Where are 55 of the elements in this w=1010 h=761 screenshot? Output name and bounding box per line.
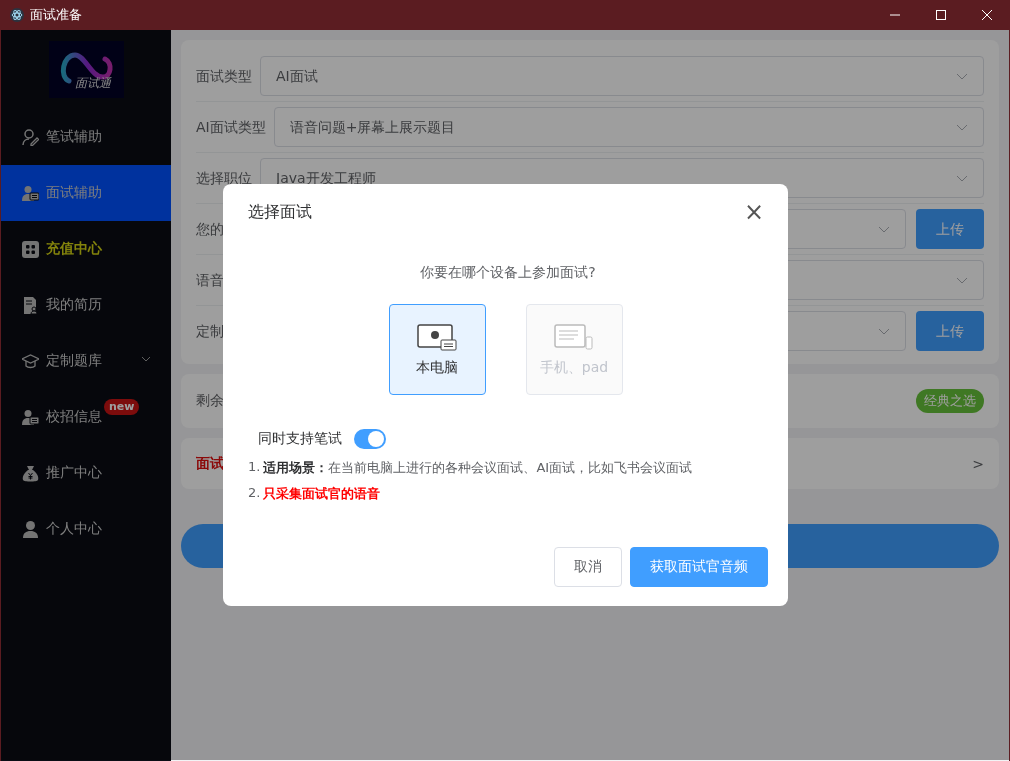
field-label: AI面试类型 [196,120,266,134]
sidebar-item[interactable]: 笔试辅助 [1,109,171,165]
field-label: 语音 [196,273,224,287]
chevron-down-icon [956,123,968,131]
close-icon [981,9,993,21]
field-label: 定制 [196,324,224,338]
sidebar-item[interactable]: 校招信息 new [1,389,171,445]
field-label: 面试类型 [196,69,252,83]
warning-note: 只采集面试官的语音 [263,485,381,503]
logo-text: 面试通 [75,75,111,92]
get-audio-button[interactable]: 获取面试官音频 [630,547,768,587]
chevron-down-icon [141,356,151,362]
person-card-icon [22,408,39,426]
chevron-down-icon [878,327,890,335]
select-field[interactable]: AI面试 [260,56,984,96]
close-button[interactable]: × [739,200,768,224]
chevron-down-icon [956,174,968,182]
app-icon [10,8,24,22]
person-pen-icon [22,128,39,146]
toggle-label: 同时支持笔试 [258,430,342,448]
grid-icon [22,240,39,258]
device-option[interactable]: 本电脑 [388,304,486,395]
notice-label: 面试 [196,454,224,473]
remaining-label: 剩余 [196,392,224,410]
usage-note: 适用场景：在当前电脑上进行的各种会议面试、AI面试，比如飞书会议面试 [263,459,693,477]
maximize-icon [935,9,947,21]
dialog-question: 你要在哪个设备上参加面试? [419,264,597,282]
laptop-person-icon [417,322,457,351]
window-title: 面试准备 [30,6,82,24]
screen-phone-icon [554,322,594,351]
note-number: 1. [248,459,261,476]
money-bag-icon [22,464,39,482]
sidebar-item[interactable]: 我的简历 [1,277,171,333]
select-field[interactable]: 语音问题+屏幕上展示题目 [273,107,984,147]
field-label: 您的 [196,222,224,236]
chevron-down-icon [878,225,890,233]
chevron-down-icon [956,276,968,284]
sidebar-item[interactable]: 推广中心 [1,445,171,501]
sidebar-item[interactable]: 个人中心 [1,501,171,557]
dialog-title: 选择面试 [248,201,312,223]
note-number: 2. [248,485,261,502]
arrow-text: > [972,455,984,472]
sidebar-item[interactable]: 充值中心 [1,221,171,277]
person-icon [22,520,39,538]
field-label: 选择职位 [196,171,252,185]
cancel-button[interactable]: 取消 [554,547,622,587]
document-person-icon [22,296,39,314]
sidebar-item[interactable]: 面试辅助 [1,165,171,221]
person-card-icon [22,184,39,202]
plan-badge: 经典之选 [916,389,984,413]
sidebar-item[interactable]: 定制题库 [1,333,171,389]
toggle-switch[interactable] [354,429,386,449]
graduation-cap-icon [22,352,39,370]
chevron-down-icon [956,72,968,80]
new-badge: new [104,399,140,415]
